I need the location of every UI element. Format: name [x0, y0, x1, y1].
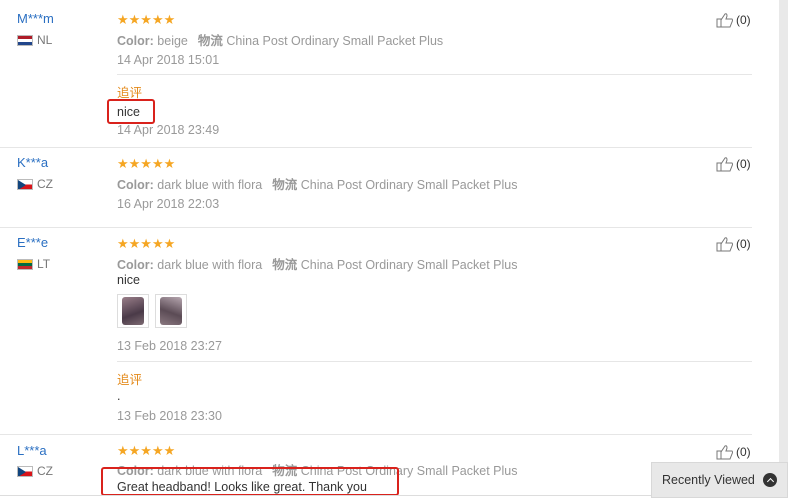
helpful-count: (0) [736, 237, 751, 251]
review-photo-thumbnail[interactable] [155, 294, 187, 328]
country-code: NL [37, 33, 53, 47]
highlight-box [101, 467, 399, 496]
thumbs-up-icon[interactable] [716, 236, 734, 252]
review-separator [0, 147, 752, 148]
followup-date: 13 Feb 2018 23:30 [117, 409, 222, 423]
country-code: LT [37, 257, 51, 271]
review-attributes: Color: beige 物流 China Post Ordinary Small… [117, 30, 443, 49]
page-scroll-edge [779, 0, 788, 498]
review-photo-thumbnail[interactable] [117, 294, 149, 328]
nl-flag-icon [17, 34, 33, 46]
star-rating: ★★★★★ [117, 236, 176, 251]
helpful-count: (0) [736, 157, 751, 171]
reviewer-name[interactable]: L***a [17, 443, 47, 458]
cz-flag-icon [17, 465, 33, 477]
review-separator [0, 434, 752, 435]
helpful-button[interactable]: (0) [716, 444, 751, 460]
helpful-button[interactable]: (0) [716, 12, 751, 28]
divider [117, 361, 752, 362]
helpful-button[interactable]: (0) [716, 236, 751, 252]
divider [117, 74, 752, 75]
recently-viewed-button[interactable]: Recently Viewed [651, 462, 788, 498]
review-attributes: Color: dark blue with flora 物流 China Post… [117, 254, 517, 273]
shipping-label: 物流 [272, 258, 298, 272]
reviewer-country: NL [17, 33, 52, 47]
shipping-label: 物流 [197, 34, 223, 48]
review-date: 16 Apr 2018 22:03 [117, 197, 220, 211]
color-label: Color: [117, 258, 154, 272]
recently-viewed-label: Recently Viewed [662, 473, 755, 487]
shipping-value: China Post Ordinary Small Packet Plus [300, 258, 518, 272]
chevron-up-icon [763, 473, 777, 487]
helpful-button[interactable]: (0) [716, 156, 751, 172]
reviewer-country: LT [17, 257, 50, 271]
thumbs-up-icon[interactable] [716, 12, 734, 28]
photo-image [122, 297, 144, 325]
review-attributes: Color: dark blue with flora 物流 China Post… [117, 174, 517, 193]
shipping-label: 物流 [272, 178, 298, 192]
color-value: dark blue with flora [157, 258, 263, 272]
highlight-box [107, 99, 155, 124]
review-separator [0, 227, 752, 228]
reviewer-name[interactable]: E***e [17, 235, 48, 250]
lt-flag-icon [17, 258, 33, 270]
color-value: dark blue with flora [157, 178, 263, 192]
reviewer-name[interactable]: K***a [17, 155, 48, 170]
followup-label: 追评 [117, 373, 143, 387]
color-label: Color: [117, 34, 154, 48]
helpful-count: (0) [736, 13, 751, 27]
reviewer-country: CZ [17, 464, 53, 478]
color-value: beige [157, 34, 188, 48]
followup-date: 14 Apr 2018 23:49 [117, 123, 220, 137]
star-rating: ★★★★★ [117, 156, 176, 171]
thumbs-up-icon[interactable] [716, 444, 734, 460]
shipping-value: China Post Ordinary Small Packet Plus [300, 178, 518, 192]
review-text: nice [117, 273, 140, 287]
review-date: 14 Apr 2018 15:01 [117, 53, 220, 67]
color-label: Color: [117, 178, 154, 192]
country-code: CZ [37, 464, 53, 478]
country-code: CZ [37, 177, 53, 191]
star-rating: ★★★★★ [117, 443, 176, 458]
photo-image [160, 297, 182, 325]
followup-text: . [117, 389, 121, 403]
shipping-value: China Post Ordinary Small Packet Plus [226, 34, 444, 48]
helpful-count: (0) [736, 445, 751, 459]
reviewer-country: CZ [17, 177, 53, 191]
review-date: 13 Feb 2018 23:27 [117, 339, 222, 353]
cz-flag-icon [17, 178, 33, 190]
reviewer-name[interactable]: M***m [17, 11, 54, 26]
thumbs-up-icon[interactable] [716, 156, 734, 172]
star-rating: ★★★★★ [117, 12, 176, 27]
